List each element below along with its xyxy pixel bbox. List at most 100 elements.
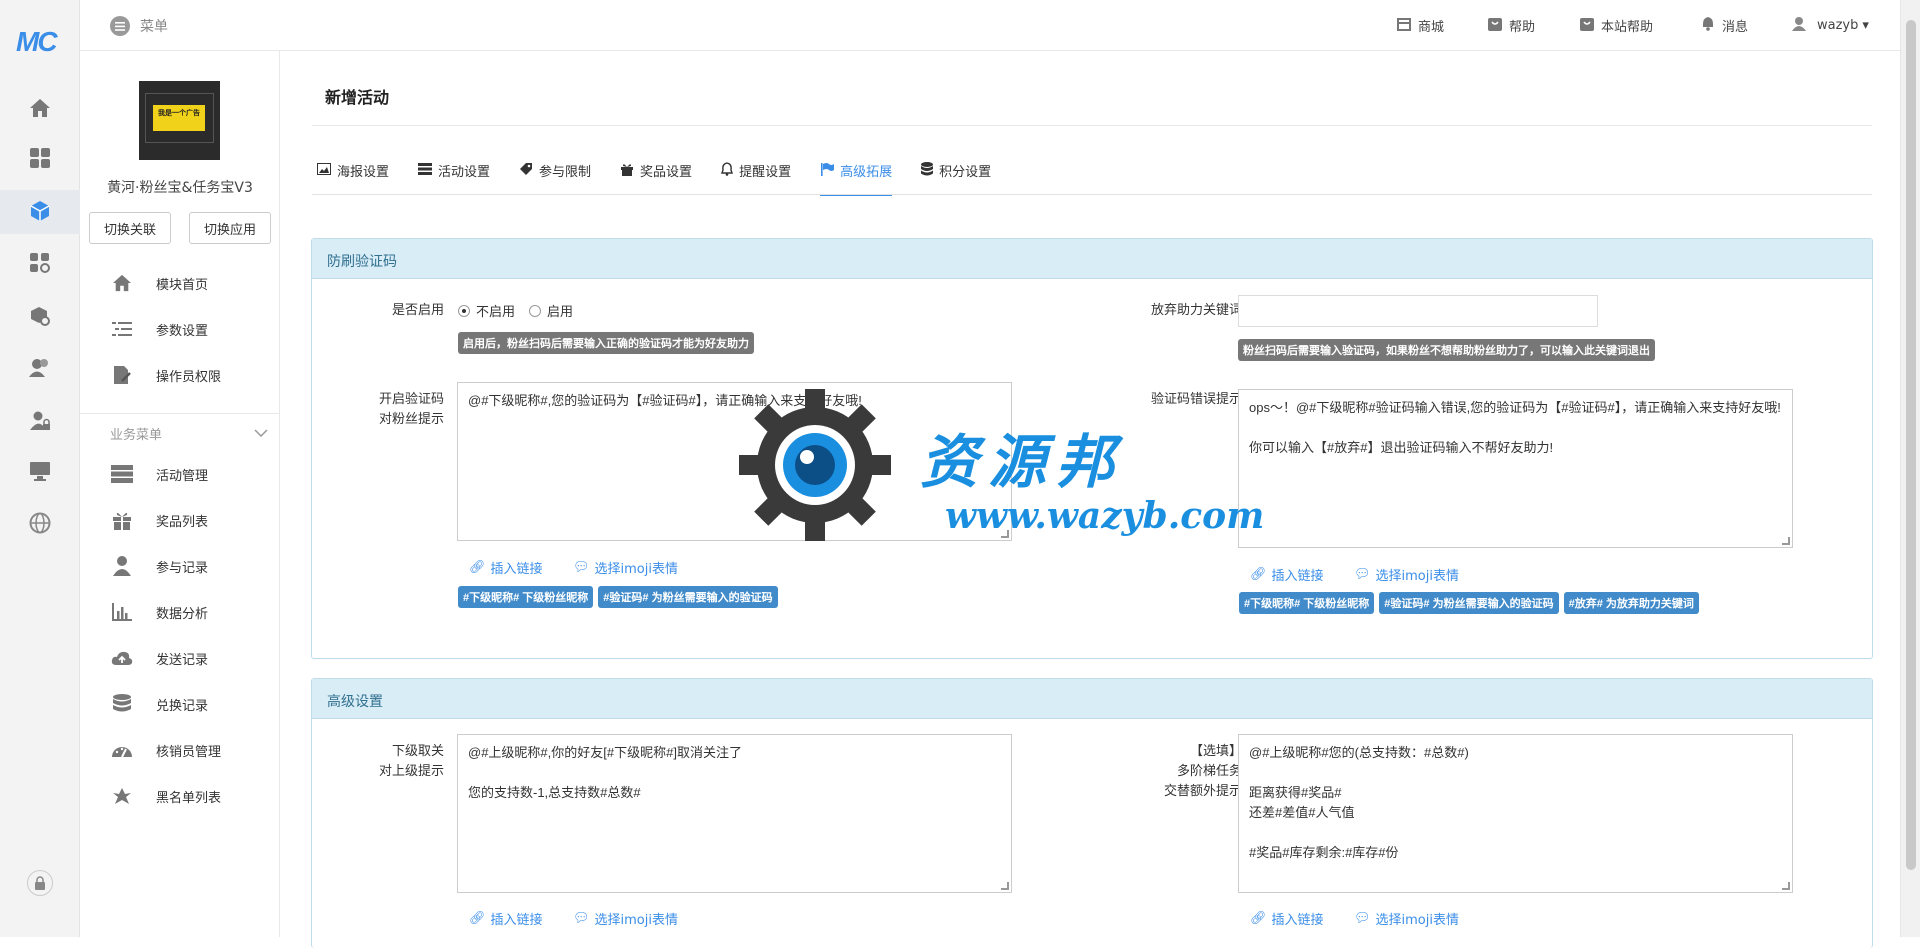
select-emoji-button[interactable]: 💬︎ 选择imoji表情: [573, 558, 678, 577]
page-scrollbar[interactable]: [1900, 0, 1920, 937]
user-icon: [1792, 16, 1806, 35]
sidebar-item-label: 活动管理: [156, 468, 209, 484]
sidebar-item-data-analysis[interactable]: 数据分析: [80, 592, 280, 632]
apps-grid-icon[interactable]: [28, 146, 52, 170]
select-emoji-button[interactable]: 💬︎ 选择imoji表情: [1354, 909, 1459, 928]
textarea-value: @#上级昵称#您的(总支持数：#总数#) 距离获得#奖品# 还差#差值#人气值 …: [1249, 745, 1469, 860]
top-link-label: 本站帮助: [1601, 20, 1654, 35]
radio-dot-checked: [458, 304, 470, 317]
variable-chip[interactable]: #下级昵称# 下级粉丝昵称: [458, 586, 594, 608]
page-title: 新增活动: [325, 88, 390, 107]
link-label: 插入链接: [490, 913, 543, 928]
database-icon: [921, 161, 934, 180]
resize-handle[interactable]: [1001, 882, 1009, 890]
apps-settings-icon[interactable]: [28, 251, 52, 275]
sidebar-group-business[interactable]: 业务菜单: [80, 413, 280, 453]
multi-step-prompt-textarea[interactable]: @#上级昵称#您的(总支持数：#总数#) 距离获得#奖品# 还差#差值#人气值 …: [1238, 734, 1793, 893]
select-emoji-button[interactable]: 💬︎ 选择imoji表情: [573, 909, 678, 928]
giveup-help-tag: 粉丝扫码后需要输入验证码，如果粉丝不想帮助粉丝助力了，可以输入此关键词退出: [1238, 339, 1655, 361]
globe-icon[interactable]: [28, 511, 52, 535]
users-icon[interactable]: [28, 356, 52, 380]
giveup-keyword-input[interactable]: [1238, 295, 1598, 327]
sidebar-item-label: 发送记录: [156, 652, 209, 668]
sidebar-item-activity-management[interactable]: 活动管理: [80, 454, 280, 494]
variable-chip[interactable]: #下级昵称# 下级粉丝昵称: [1239, 592, 1375, 614]
switch-app-button[interactable]: 切换应用: [189, 212, 271, 244]
textarea-value: ops～！@#下级昵称#验证码输入错误,您的验证码为【#验证码#】，请正确输入来…: [1249, 400, 1781, 455]
tab-prize-settings[interactable]: 奖品设置: [620, 161, 692, 194]
variable-chips-right: #下级昵称# 下级粉丝昵称 #验证码# 为粉丝需要输入的验证码 #放弃# 为放弃…: [1239, 592, 1699, 614]
captcha-prompt-textarea[interactable]: @#下级昵称#,您的验证码为【#验证码#】，请正确输入来支持好友哦!: [457, 382, 1012, 541]
menu-list-icon: [110, 16, 130, 36]
cube-icon[interactable]: [28, 199, 52, 223]
sidebar-item-blacklist[interactable]: 黑名单列表: [80, 776, 280, 816]
server-icon: [110, 463, 134, 485]
sidebar-item-module-home[interactable]: 模块首页: [80, 263, 280, 303]
sidebar-item-label: 参与记录: [156, 560, 209, 576]
sidebar-item-prize-list[interactable]: 奖品列表: [80, 500, 280, 540]
sidebar-item-label: 奖品列表: [156, 514, 209, 530]
unfollow-prompt-textarea[interactable]: @#上级昵称#,你的好友[#下级昵称#]取消关注了 您的支持数-1,总支持数#总…: [457, 734, 1012, 893]
enable-radio-group: 不启用 启用: [458, 301, 587, 320]
caret-down-icon: ▾: [1862, 18, 1869, 33]
tasks-icon: [418, 162, 433, 179]
top-link-site-help[interactable]: 本站帮助: [1580, 16, 1653, 35]
resize-handle[interactable]: [1001, 530, 1009, 538]
tab-activity-settings[interactable]: 活动设置: [418, 161, 490, 194]
home-icon[interactable]: [28, 96, 52, 120]
link-label: 插入链接: [1271, 913, 1324, 928]
sidebar-item-label: 数据分析: [156, 606, 209, 622]
left-rail: MC: [0, 0, 80, 937]
tab-label: 高级拓展: [840, 165, 893, 180]
tab-advanced-extension[interactable]: 高级拓展: [820, 161, 893, 196]
tab-participation-limits[interactable]: 参与限制: [519, 161, 591, 194]
sidebar-item-redeem-records[interactable]: 兑换记录: [80, 684, 280, 724]
top-link-help[interactable]: 帮助: [1488, 16, 1535, 35]
insert-link-button[interactable]: 🔗︎ 插入链接: [469, 909, 543, 928]
link-icon: 🔗︎: [1250, 911, 1267, 926]
insert-link-button[interactable]: 🔗︎ 插入链接: [469, 558, 543, 577]
sidebar-item-verifier-management[interactable]: 核销员管理: [80, 730, 280, 770]
menu-label: 菜单: [140, 19, 168, 35]
menu-toggle-button[interactable]: 菜单: [110, 16, 168, 36]
sidebar-item-send-records[interactable]: 发送记录: [80, 638, 280, 678]
multi-step-label: 【选填】 多阶梯任务 交替额外提示: [1092, 742, 1242, 802]
user-menu[interactable]: wazyb ▾: [1792, 16, 1869, 35]
tab-poster-settings[interactable]: 海报设置: [317, 161, 389, 194]
top-link-shop[interactable]: 商城: [1397, 16, 1444, 35]
resize-handle[interactable]: [1782, 882, 1790, 890]
sidebar-item-params[interactable]: 参数设置: [80, 309, 280, 349]
app-name: 黄河·粉丝宝&任务宝V3: [107, 180, 253, 196]
insert-link-button[interactable]: 🔗︎ 插入链接: [1250, 909, 1324, 928]
link-label: 选择imoji表情: [594, 562, 678, 577]
lock-icon[interactable]: [27, 870, 53, 896]
brand-logo[interactable]: MC: [16, 26, 58, 58]
variable-chip[interactable]: #放弃# 为放弃助力关键词: [1563, 592, 1699, 614]
monitor-icon[interactable]: [28, 459, 52, 483]
top-link-messages[interactable]: 消息: [1701, 16, 1748, 35]
multi-step-label-line: 【选填】: [1189, 744, 1242, 759]
insert-link-button[interactable]: 🔗︎ 插入链接: [1250, 565, 1324, 584]
scrollbar-thumb[interactable]: [1906, 20, 1916, 870]
bug-icon: [110, 785, 134, 807]
user-lock-icon[interactable]: [28, 409, 52, 433]
radio-enable[interactable]: 启用: [529, 301, 573, 320]
sidebar-item-label: 兑换记录: [156, 698, 209, 714]
sidebar-item-operator-permissions[interactable]: 操作员权限: [80, 355, 280, 395]
package-settings-icon[interactable]: [28, 304, 52, 328]
link-label: 插入链接: [1271, 569, 1324, 584]
tab-points-settings[interactable]: 积分设置: [921, 161, 991, 194]
person-icon: [110, 555, 134, 577]
sidebar-item-participation-records[interactable]: 参与记录: [80, 546, 280, 586]
radio-disable[interactable]: 不启用: [458, 301, 515, 320]
variable-chip[interactable]: #验证码# 为粉丝需要输入的验证码: [1379, 592, 1559, 614]
variable-chip[interactable]: #验证码# 为粉丝需要输入的验证码: [598, 586, 778, 608]
tab-reminder-settings[interactable]: 提醒设置: [721, 161, 791, 194]
sidebar-item-label: 操作员权限: [156, 369, 222, 385]
resize-handle[interactable]: [1782, 537, 1790, 545]
top-bar: 菜单 商城 帮助 本站帮助 消息 wazyb ▾: [80, 0, 1900, 51]
select-emoji-button[interactable]: 💬︎ 选择imoji表情: [1354, 565, 1459, 584]
switch-link-button[interactable]: 切换关联: [89, 212, 171, 244]
sidebar-item-label: 参数设置: [156, 323, 209, 339]
captcha-error-textarea[interactable]: ops～！@#下级昵称#验证码输入错误,您的验证码为【#验证码#】，请正确输入来…: [1238, 389, 1793, 548]
